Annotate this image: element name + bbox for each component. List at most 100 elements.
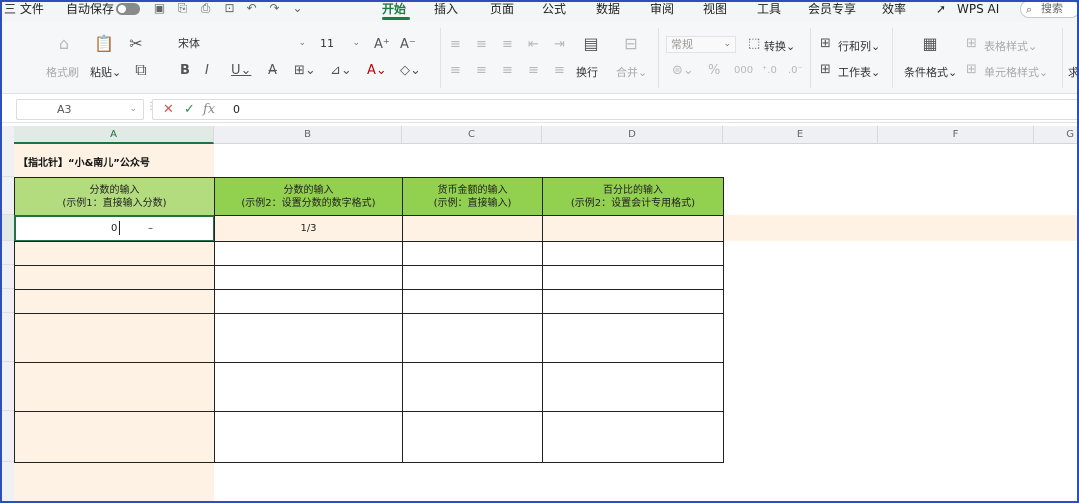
table-cell[interactable] — [542, 411, 724, 463]
merge-icon[interactable]: ⊟ — [621, 34, 641, 54]
formula-input[interactable]: ✕ ✓ fx 0 — [152, 99, 1077, 120]
rows-cols-label[interactable]: 行和列⌄ — [838, 38, 880, 54]
conditional-format-icon[interactable]: ▦ — [920, 34, 940, 54]
table-cell[interactable] — [14, 241, 215, 266]
decrease-font-icon[interactable]: A⁻ — [400, 38, 416, 52]
table-header-d[interactable]: 百分比的输入 (示例2：设置会计专用格式) — [542, 177, 724, 216]
copy-icon[interactable]: ⧉ — [131, 60, 151, 80]
row-header[interactable] — [2, 362, 14, 411]
column-header-b[interactable]: B — [214, 126, 402, 144]
column-header-e[interactable]: E — [723, 126, 878, 144]
name-box[interactable]: A3 ⌄ — [16, 99, 144, 120]
tab-view[interactable]: 视图 — [703, 2, 727, 16]
row-header[interactable] — [2, 462, 14, 501]
more-icon[interactable]: ⌄ — [291, 2, 304, 15]
tab-wps-ai[interactable]: WPS AI — [957, 2, 999, 16]
cell-style-icon[interactable]: ⊞ — [966, 63, 977, 77]
column-header-f[interactable]: F — [878, 126, 1034, 144]
row-header[interactable] — [2, 144, 14, 177]
table-cell[interactable] — [542, 313, 724, 363]
column-header-c[interactable]: C — [402, 126, 542, 144]
table-cell[interactable] — [214, 289, 403, 314]
worksheet-icon[interactable]: ⊞ — [820, 63, 831, 77]
indent-increase-icon[interactable]: ⇥ — [554, 38, 565, 52]
worksheet-label[interactable]: 工作表⌄ — [838, 64, 880, 80]
clear-format-icon[interactable]: ◇⌄ — [400, 64, 421, 78]
table-cell[interactable] — [214, 265, 403, 290]
align-left-icon[interactable]: ≡ — [450, 64, 461, 78]
paste-label[interactable]: 粘贴⌄ — [90, 64, 121, 80]
tab-data[interactable]: 数据 — [596, 2, 620, 16]
font-name-select[interactable]: 宋体 ⌄ — [174, 36, 310, 53]
row-header[interactable] — [2, 411, 14, 462]
convert-label[interactable]: 转换⌄ — [764, 38, 795, 54]
wrap-text-icon[interactable]: ▤ — [581, 34, 601, 54]
merge-label[interactable]: 合并⌄ — [616, 64, 647, 80]
row-header[interactable] — [2, 177, 14, 215]
search-box[interactable]: ⌕ 搜索 — [1020, 2, 1077, 18]
currency-icon[interactable]: ⊜⌄ — [672, 64, 694, 78]
align-top-icon[interactable]: ≡ — [450, 38, 461, 52]
font-color-icon[interactable]: A⌄ — [367, 64, 387, 78]
table-cell[interactable] — [402, 362, 543, 412]
tab-insert[interactable]: 插入 — [434, 2, 458, 16]
increase-decimal-icon[interactable]: ⁺.0 — [762, 64, 777, 78]
table-cell[interactable] — [402, 411, 543, 463]
border-icon[interactable]: ⊞⌄ — [294, 64, 316, 78]
distributed-icon[interactable]: ≡ — [554, 64, 565, 78]
table-header-b[interactable]: 分数的输入 (示例2：设置分数的数字格式) — [214, 177, 403, 216]
convert-icon[interactable]: ⬚ — [748, 37, 760, 51]
table-cell[interactable] — [542, 289, 724, 314]
cell-style-label[interactable]: 单元格样式⌄ — [984, 64, 1048, 80]
row-header[interactable] — [2, 215, 14, 241]
font-size-select[interactable]: 11 ⌄ — [316, 36, 364, 53]
table-cell[interactable] — [14, 362, 215, 412]
row-header[interactable] — [2, 265, 14, 289]
table-header-c[interactable]: 货币金额的输入 (示例：直接输入) — [402, 177, 543, 216]
tab-page[interactable]: 页面 — [490, 2, 514, 16]
strikethrough-icon[interactable]: A̶ — [268, 64, 277, 78]
justify-icon[interactable]: ≡ — [528, 64, 539, 78]
align-middle-icon[interactable]: ≡ — [476, 38, 487, 52]
table-cell[interactable] — [14, 265, 215, 290]
row-header[interactable] — [2, 241, 14, 265]
table-cell[interactable] — [14, 289, 215, 314]
column-header-a[interactable]: A — [14, 126, 214, 144]
tab-tools[interactable]: 工具 — [757, 2, 781, 16]
save-icon[interactable]: ▣ — [153, 2, 166, 15]
cancel-icon[interactable]: ✕ — [163, 102, 174, 118]
print-preview-icon[interactable]: ⊡ — [223, 2, 236, 15]
tab-review[interactable]: 审阅 — [650, 2, 674, 16]
column-header-g[interactable]: G — [1034, 126, 1077, 144]
active-cell-a3[interactable]: 0 – — [14, 215, 215, 242]
table-cell[interactable] — [14, 313, 215, 363]
tab-efficiency[interactable]: 效率 — [882, 2, 906, 16]
indent-decrease-icon[interactable]: ⇤ — [528, 38, 539, 52]
decrease-decimal-icon[interactable]: .0⁻ — [788, 64, 803, 78]
number-format-select[interactable]: 常规 ⌄ — [666, 36, 736, 53]
cell-c3[interactable] — [402, 215, 543, 242]
table-cell[interactable] — [402, 265, 543, 290]
row-header[interactable] — [2, 289, 14, 313]
table-cell[interactable] — [402, 313, 543, 363]
redo-icon[interactable]: ↷ — [268, 2, 281, 15]
note-cell[interactable]: 【指北针】“小&南儿”公众号 — [18, 154, 150, 169]
cell-b3[interactable]: 1/3 — [214, 215, 403, 242]
increase-font-icon[interactable]: A⁺ — [374, 38, 390, 52]
paste-icon[interactable]: 📋 — [94, 34, 114, 54]
align-bottom-icon[interactable]: ≡ — [502, 38, 513, 52]
row-header[interactable] — [2, 313, 14, 362]
underline-icon[interactable]: U⌄ — [231, 64, 251, 78]
print-icon[interactable]: ⎙ — [199, 2, 212, 15]
table-cell[interactable] — [214, 411, 403, 463]
format-painter-icon[interactable]: ⌂ — [54, 34, 74, 54]
table-cell[interactable] — [214, 362, 403, 412]
undo-icon[interactable]: ↶ — [245, 2, 258, 15]
wrap-text-label[interactable]: 换行 — [576, 64, 598, 80]
conditional-format-label[interactable]: 条件格式⌄ — [904, 64, 957, 80]
tab-formula[interactable]: 公式 — [542, 2, 566, 16]
thousands-icon[interactable]: 000 — [734, 64, 753, 78]
fill-color-icon[interactable]: ⊿⌄ — [330, 64, 352, 78]
table-style-label[interactable]: 表格样式⌄ — [984, 38, 1037, 54]
percent-icon[interactable]: % — [708, 64, 720, 78]
